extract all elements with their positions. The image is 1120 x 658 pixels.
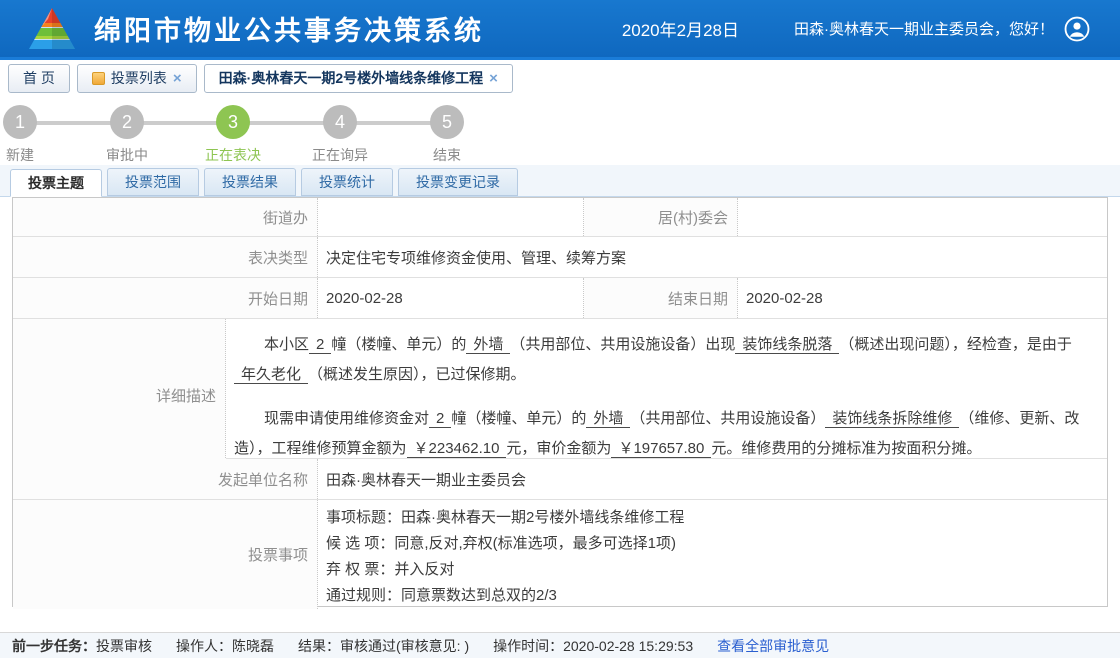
text-segment: 幢（楼幢、单元）的 bbox=[451, 410, 586, 427]
text-segment: （概述出现问题），经检查，是由于 bbox=[839, 336, 1072, 353]
section-tab-bar: 投票主题 投票范围 投票结果 投票统计 投票变更记录 bbox=[0, 165, 1120, 197]
initiator-value: 田森·奥林春天一期业主委员会 bbox=[318, 459, 1107, 499]
initiator-label: 发起单位名称 bbox=[13, 459, 318, 499]
text-segment: 本小区 bbox=[234, 336, 309, 353]
step-label: 结束 bbox=[433, 145, 461, 165]
tab-vote-changelog[interactable]: 投票变更记录 bbox=[398, 168, 518, 196]
step-number: 2 bbox=[110, 105, 144, 139]
description-paragraph: 现需申请使用维修资金对2幢（楼幢、单元）的外墙（共用部位、共用设施设备）装饰线条… bbox=[234, 404, 1093, 464]
text-segment: 现需申请使用维修资金对 bbox=[234, 410, 429, 427]
vote-item-line: 候 选 项：同意,反对,弃权(标准选项，最多可选择1项) bbox=[326, 531, 1107, 557]
blank-filled-value: 外墙 bbox=[466, 336, 510, 354]
tab-vote-list-label: 投票列表 bbox=[111, 68, 167, 88]
tab-project[interactable]: 田森·奥林春天一期2号楼外墙线条维修工程 × bbox=[204, 64, 513, 93]
blank-filled-value: ￥223462.10 bbox=[407, 440, 507, 458]
step-finished: 5 结束 bbox=[430, 105, 464, 139]
table-row: 表决类型 决定住宅专项维修资金使用、管理、续筹方案 bbox=[13, 237, 1107, 278]
step-label: 审批中 bbox=[106, 145, 148, 165]
table-row: 发起单位名称 田森·奥林春天一期业主委员会 bbox=[13, 459, 1107, 500]
committee-value bbox=[738, 198, 1107, 236]
operation-time: 操作时间：2020-02-28 15:29:53 bbox=[493, 636, 693, 656]
table-row: 街道办 居(村)委会 bbox=[13, 198, 1107, 237]
street-office-label: 街道办 bbox=[13, 198, 318, 236]
tab-project-label: 田森·奥林春天一期2号楼外墙线条维修工程 bbox=[219, 68, 483, 88]
vote-type-label: 表决类型 bbox=[13, 237, 318, 277]
blank-filled-value: 外墙 bbox=[586, 410, 630, 428]
step-number: 3 bbox=[216, 105, 250, 139]
description-paragraph: 本小区2幢（楼幢、单元）的外墙（共用部位、共用设施设备）出现装饰线条脱落（概述出… bbox=[234, 330, 1093, 390]
tab-vote-topic[interactable]: 投票主题 bbox=[10, 169, 102, 197]
blank-filled-value: 2 bbox=[429, 410, 451, 428]
user-greeting: 田森·奥林春天一期业主委员会，您好！ bbox=[794, 18, 1054, 39]
text-segment: 幢（楼幢、单元）的 bbox=[331, 336, 466, 353]
street-office-value bbox=[318, 198, 584, 236]
step-label: 新建 bbox=[6, 145, 34, 165]
vote-topic-form: 街道办 居(村)委会 表决类型 决定住宅专项维修资金使用、管理、续筹方案 开始日… bbox=[12, 197, 1108, 607]
text-segment: （概述发生原因），已过保修期。 bbox=[308, 366, 526, 383]
vote-items-label: 投票事项 bbox=[13, 500, 318, 609]
table-row: 详细描述 本小区2幢（楼幢、单元）的外墙（共用部位、共用设施设备）出现装饰线条脱… bbox=[13, 319, 1107, 459]
table-row: 投票事项 事项标题：田森·奥林春天一期2号楼外墙线条维修工程候 选 项：同意,反… bbox=[13, 500, 1107, 606]
header-date: 2020年2月28日 bbox=[622, 16, 739, 41]
blank-filled-value: 装饰线条脱落 bbox=[735, 336, 839, 354]
vote-item-line: 事项标题：田森·奥林春天一期2号楼外墙线条维修工程 bbox=[326, 505, 1107, 531]
end-date-value: 2020-02-28 bbox=[738, 278, 1107, 318]
tab-home-label: 首 页 bbox=[23, 68, 55, 88]
tab-home[interactable]: 首 页 bbox=[8, 64, 70, 93]
vote-type-value: 决定住宅专项维修资金使用、管理、续筹方案 bbox=[318, 237, 1107, 277]
tab-vote-stats[interactable]: 投票统计 bbox=[301, 168, 393, 196]
view-all-approvals-link[interactable]: 查看全部审批意见 bbox=[717, 636, 829, 656]
prev-task-value: 投票审核 bbox=[96, 638, 152, 654]
user-circle-icon[interactable] bbox=[1064, 16, 1090, 42]
vote-item-line: 弃 权 票：并入反对 bbox=[326, 557, 1107, 583]
blank-filled-value: 2 bbox=[309, 336, 331, 354]
vote-item-line: 通过规则：同意票数达到总双的2/3 bbox=[326, 583, 1107, 609]
app-header: 绵阳市物业公共事务决策系统 2020年2月28日 田森·奥林春天一期业主委员会，… bbox=[0, 0, 1120, 60]
text-segment: （共用部位、共用设施设备） bbox=[630, 410, 825, 427]
step-number: 1 bbox=[3, 105, 37, 139]
pyramid-logo-icon bbox=[28, 7, 76, 51]
step-number: 5 bbox=[430, 105, 464, 139]
prev-task: 前一步任务：投票审核 bbox=[12, 636, 152, 656]
text-segment: （共用部位、共用设施设备）出现 bbox=[510, 336, 735, 353]
step-voting: 3 正在表决 bbox=[216, 105, 250, 139]
description-value: 本小区2幢（楼幢、单元）的外墙（共用部位、共用设施设备）出现装饰线条脱落（概述出… bbox=[226, 319, 1107, 472]
audit-result: 结果：审核通过(审核意见: ) bbox=[298, 636, 469, 656]
start-date-value: 2020-02-28 bbox=[318, 278, 584, 318]
close-icon[interactable]: × bbox=[173, 71, 182, 86]
prev-task-label: 前一步任务： bbox=[12, 638, 96, 654]
blank-filled-value: 装饰线条拆除维修 bbox=[825, 410, 959, 428]
previous-task-bar: 前一步任务：投票审核 操作人：陈晓磊 结果：审核通过(审核意见: ) 操作时间：… bbox=[0, 632, 1120, 658]
close-icon[interactable]: × bbox=[489, 71, 498, 86]
tab-vote-scope[interactable]: 投票范围 bbox=[107, 168, 199, 196]
step-number: 4 bbox=[323, 105, 357, 139]
tab-vote-list[interactable]: 投票列表 × bbox=[77, 64, 197, 93]
text-segment: 元。维修费用的分摊标准为按面积分摊。 bbox=[711, 440, 981, 457]
table-row: 开始日期 2020-02-28 结束日期 2020-02-28 bbox=[13, 278, 1107, 319]
workflow-progress: 1 新建 2 审批中 3 正在表决 4 正在询异 5 结束 bbox=[0, 96, 1120, 165]
step-approving: 2 审批中 bbox=[110, 105, 144, 139]
vote-items-value: 事项标题：田森·奥林春天一期2号楼外墙线条维修工程候 选 项：同意,反对,弃权(… bbox=[318, 500, 1107, 609]
end-date-label: 结束日期 bbox=[584, 278, 738, 318]
step-label: 正在表决 bbox=[205, 145, 261, 165]
text-segment: 元，审价金额为 bbox=[506, 440, 611, 457]
step-new: 1 新建 bbox=[3, 105, 37, 139]
step-inquiry: 4 正在询异 bbox=[323, 105, 357, 139]
committee-label: 居(村)委会 bbox=[584, 198, 738, 236]
step-label: 正在询异 bbox=[312, 145, 368, 165]
operator: 操作人：陈晓磊 bbox=[176, 636, 274, 656]
blank-filled-value: ￥197657.80 bbox=[611, 440, 711, 458]
note-icon bbox=[92, 72, 105, 85]
start-date-label: 开始日期 bbox=[13, 278, 318, 318]
window-tab-bar: 首 页 投票列表 × 田森·奥林春天一期2号楼外墙线条维修工程 × bbox=[0, 60, 1120, 96]
description-label: 详细描述 bbox=[13, 319, 226, 472]
blank-filled-value: 年久老化 bbox=[234, 366, 308, 384]
app-title: 绵阳市物业公共事务决策系统 bbox=[94, 9, 484, 48]
tab-vote-result[interactable]: 投票结果 bbox=[204, 168, 296, 196]
